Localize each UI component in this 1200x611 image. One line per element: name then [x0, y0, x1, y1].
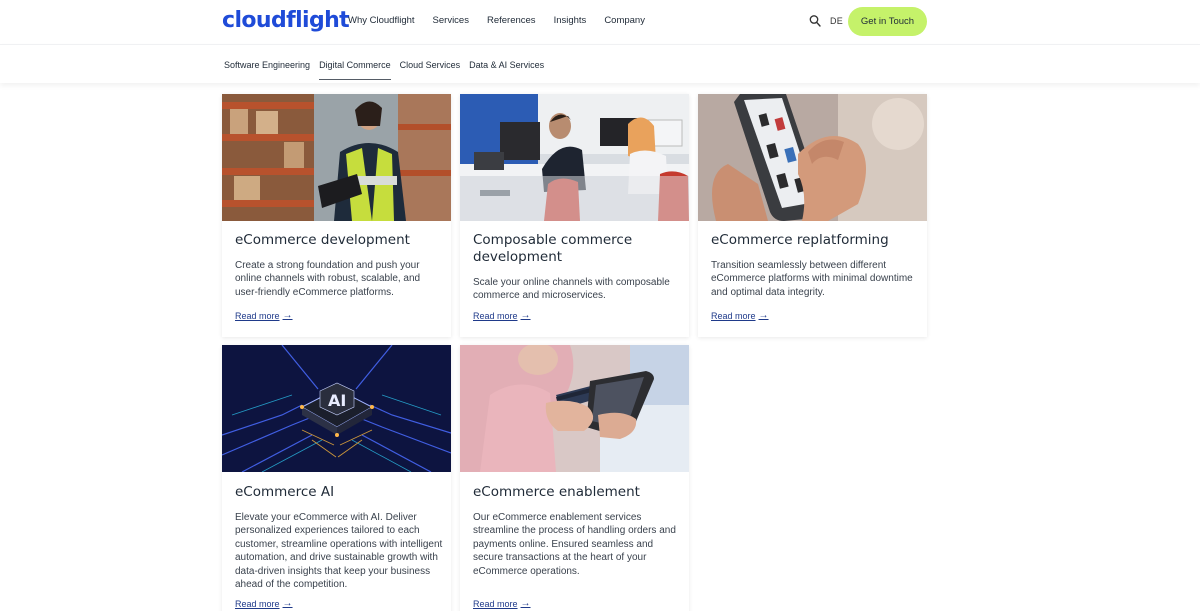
card-image-ai-chip: AI [222, 345, 451, 472]
subnav-software-engineering[interactable]: Software Engineering [224, 45, 310, 84]
card-image-card-payment [460, 345, 689, 472]
card-title: Composable commerce development [473, 232, 633, 265]
search-icon[interactable] [809, 14, 821, 28]
card-image-office-team [460, 94, 689, 221]
read-more-link[interactable]: Read more → [473, 598, 531, 609]
read-more-label: Read more [235, 310, 280, 321]
card-description: Transition seamlessly between different … [711, 260, 913, 298]
arrow-right-icon: → [282, 598, 293, 609]
arrow-right-icon: → [758, 310, 769, 321]
svg-text:AI: AI [328, 391, 346, 410]
subnav-digital-commerce[interactable]: Digital Commerce [319, 45, 391, 84]
read-more-link[interactable]: Read more → [711, 310, 769, 321]
card-description: Our eCommerce enablement services stream… [473, 512, 676, 577]
read-more-link[interactable]: Read more → [473, 310, 531, 321]
card-title: eCommerce AI [235, 484, 335, 500]
service-card-ecommerce-replatforming[interactable]: eCommerce replatforming Transition seaml… [698, 94, 927, 337]
card-description: Create a strong foundation and push your… [235, 260, 421, 298]
nav-why-cloudflight[interactable]: Why Cloudflight [348, 14, 415, 28]
main-nav: Why Cloudflight Services References Insi… [348, 14, 663, 28]
read-more-label: Read more [235, 598, 280, 609]
arrow-right-icon: → [520, 598, 531, 609]
service-card-ecommerce-ai[interactable]: AI eCommerce AI Elevate your eCommerce w… [222, 345, 451, 611]
card-description: Elevate your eCommerce with AI. Deliver … [235, 512, 443, 591]
sub-nav: Software Engineering Digital Commerce Cl… [224, 45, 553, 84]
nav-insights[interactable]: Insights [554, 14, 587, 28]
read-more-label: Read more [473, 310, 518, 321]
card-title: eCommerce replatforming [711, 232, 889, 248]
read-more-link[interactable]: Read more → [235, 598, 293, 609]
arrow-right-icon: → [520, 310, 531, 321]
service-card-ecommerce-enablement[interactable]: eCommerce enablement Our eCommerce enabl… [460, 345, 689, 611]
site-header: cloudflight Why Cloudflight Services Ref… [0, 0, 1200, 44]
nav-company[interactable]: Company [604, 14, 645, 28]
card-title: eCommerce enablement [473, 484, 640, 500]
card-description: Scale your online channels with composab… [473, 277, 670, 302]
service-card-ecommerce-development[interactable]: eCommerce development Create a strong fo… [222, 94, 451, 337]
sub-navigation-bar: Software Engineering Digital Commerce Cl… [0, 44, 1200, 83]
subnav-data-ai-services[interactable]: Data & AI Services [469, 45, 544, 84]
card-title: eCommerce development [235, 232, 410, 248]
nav-references[interactable]: References [487, 14, 536, 28]
card-image-warehouse-worker [222, 94, 451, 221]
card-image-smartphone-shopping [698, 94, 927, 221]
cloudflight-logo[interactable]: cloudflight [222, 6, 350, 36]
nav-services[interactable]: Services [433, 14, 469, 28]
read-more-label: Read more [711, 310, 756, 321]
get-in-touch-button[interactable]: Get in Touch [848, 7, 927, 36]
language-switch[interactable]: DE [830, 16, 843, 26]
read-more-label: Read more [473, 598, 518, 609]
arrow-right-icon: → [282, 310, 293, 321]
read-more-link[interactable]: Read more → [235, 310, 293, 321]
service-card-composable-commerce[interactable]: Composable commerce development Scale yo… [460, 94, 689, 337]
subnav-cloud-services[interactable]: Cloud Services [400, 45, 461, 84]
